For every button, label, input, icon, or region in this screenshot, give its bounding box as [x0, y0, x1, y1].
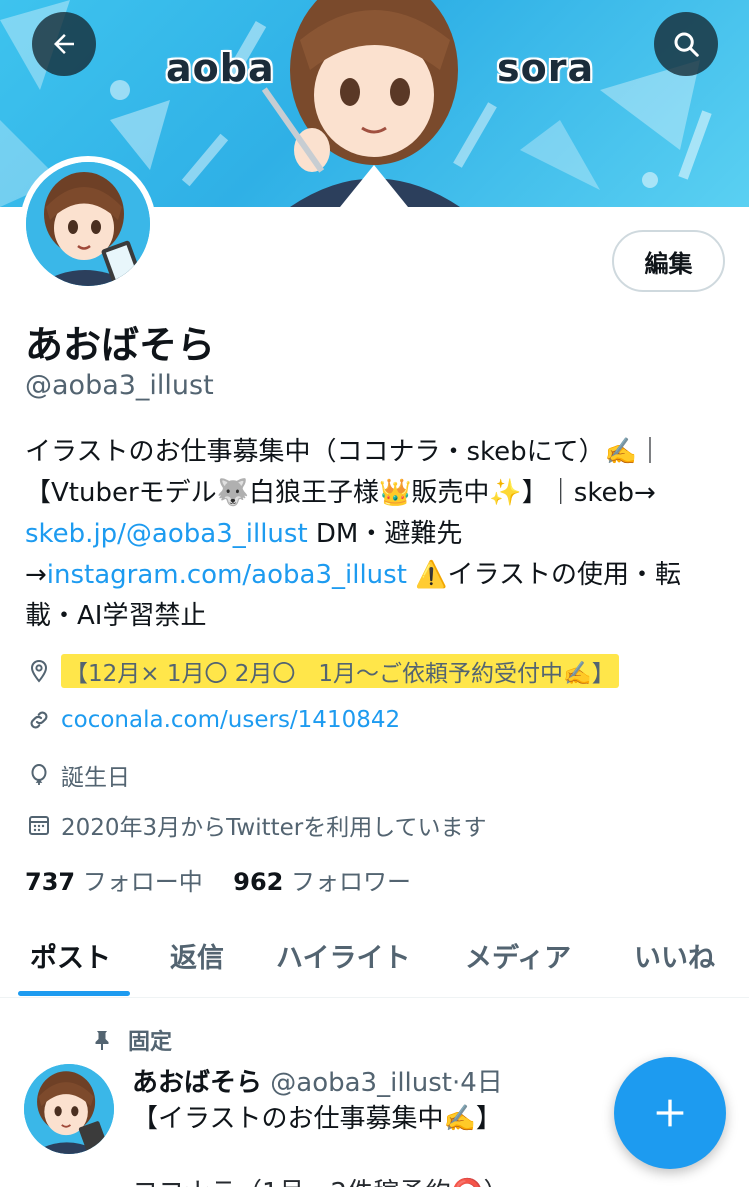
pin-icon	[95, 1031, 109, 1050]
profile-bio: イラストのお仕事募集中（ココナラ・skebにて）✍️｜ 【Vtuberモデル🐺白…	[25, 432, 730, 637]
plus-icon	[656, 1099, 684, 1127]
link-icon	[25, 706, 53, 734]
post-author-avatar[interactable]	[24, 1064, 114, 1154]
balloon-icon	[25, 761, 53, 789]
location-text: 【12月× 1月〇 2月〇 1月〜ご依頼予約受付中✍️】	[61, 654, 619, 688]
tab-replies[interactable]: 返信	[170, 936, 224, 975]
search-icon	[674, 32, 699, 57]
arrow-left-icon	[54, 34, 74, 54]
pinned-indicator: 固定	[90, 1024, 172, 1056]
website-row: coconala.com/users/1410842	[25, 706, 400, 734]
follow-counts: 737 フォロー中 962 フォロワー	[25, 862, 411, 897]
search-button[interactable]	[654, 12, 718, 76]
birthday-label: 誕生日	[61, 765, 130, 791]
location-pin-icon	[25, 657, 53, 685]
following-label: フォロー中	[82, 868, 203, 896]
joined-row: 2020年3月からTwitterを利用しています	[25, 808, 487, 842]
tab-posts[interactable]: ポスト	[30, 936, 111, 975]
calendar-icon	[25, 811, 53, 839]
profile-avatar[interactable]	[20, 156, 156, 292]
bio-line1: イラストのお仕事募集中（ココナラ・skebにて）✍️｜	[25, 437, 664, 467]
tab-likes[interactable]: いいね	[634, 936, 715, 975]
profile-handle: @aoba3_illust	[25, 370, 214, 401]
tab-media[interactable]: メディア	[465, 936, 571, 975]
profile-tabs: ポスト 返信 ハイライト メディア いいね	[0, 910, 749, 998]
tab-highlights[interactable]: ハイライト	[276, 936, 410, 975]
pinned-label: 固定	[128, 1030, 173, 1055]
bio-arrow: →	[25, 560, 47, 590]
post-author-handle: @aoba3_illust	[270, 1068, 452, 1098]
post-header: あおばそら @aoba3_illust·4日	[132, 1062, 503, 1099]
location-row: 【12月× 1月〇 2月〇 1月〜ご依頼予約受付中✍️】	[25, 654, 619, 688]
back-button[interactable]	[32, 12, 96, 76]
website-link[interactable]: coconala.com/users/1410842	[61, 707, 400, 733]
bio-line3: DM・避難先	[307, 519, 463, 549]
post-time[interactable]: ·4日	[452, 1068, 503, 1098]
avatar	[26, 162, 150, 286]
banner-text-left: aoba	[166, 46, 275, 90]
compose-post-button[interactable]	[614, 1057, 726, 1169]
joined-text: 2020年3月からTwitterを利用しています	[61, 815, 487, 841]
profile-name: あおばそら	[25, 323, 216, 367]
post-text: 【イラストのお仕事募集中✍️】	[132, 1104, 502, 1134]
edit-profile-button[interactable]: 編集	[612, 230, 725, 292]
followers-count: 962	[233, 868, 284, 896]
following-link[interactable]: 737 フォロー中	[25, 868, 203, 896]
post-author-name[interactable]: あおばそら	[132, 1068, 262, 1098]
banner-text-right: sora	[497, 46, 595, 90]
active-tab-indicator	[18, 991, 130, 996]
following-count: 737	[25, 868, 76, 896]
followers-label: フォロワー	[291, 868, 412, 896]
skeb-link[interactable]: skeb.jp/@aoba3_illust	[25, 519, 308, 549]
followers-link[interactable]: 962 フォロワー	[233, 868, 411, 896]
instagram-link[interactable]: instagram.com/aoba3_illust	[47, 560, 407, 590]
post-text-line2: ココナラ（1月〜2件稼予約⭕）	[132, 1172, 509, 1187]
birthday-row: 誕生日	[25, 758, 130, 792]
bio-line2: 【Vtuberモデル🐺白狼王子様👑販売中✨】｜skeb→	[25, 478, 656, 508]
